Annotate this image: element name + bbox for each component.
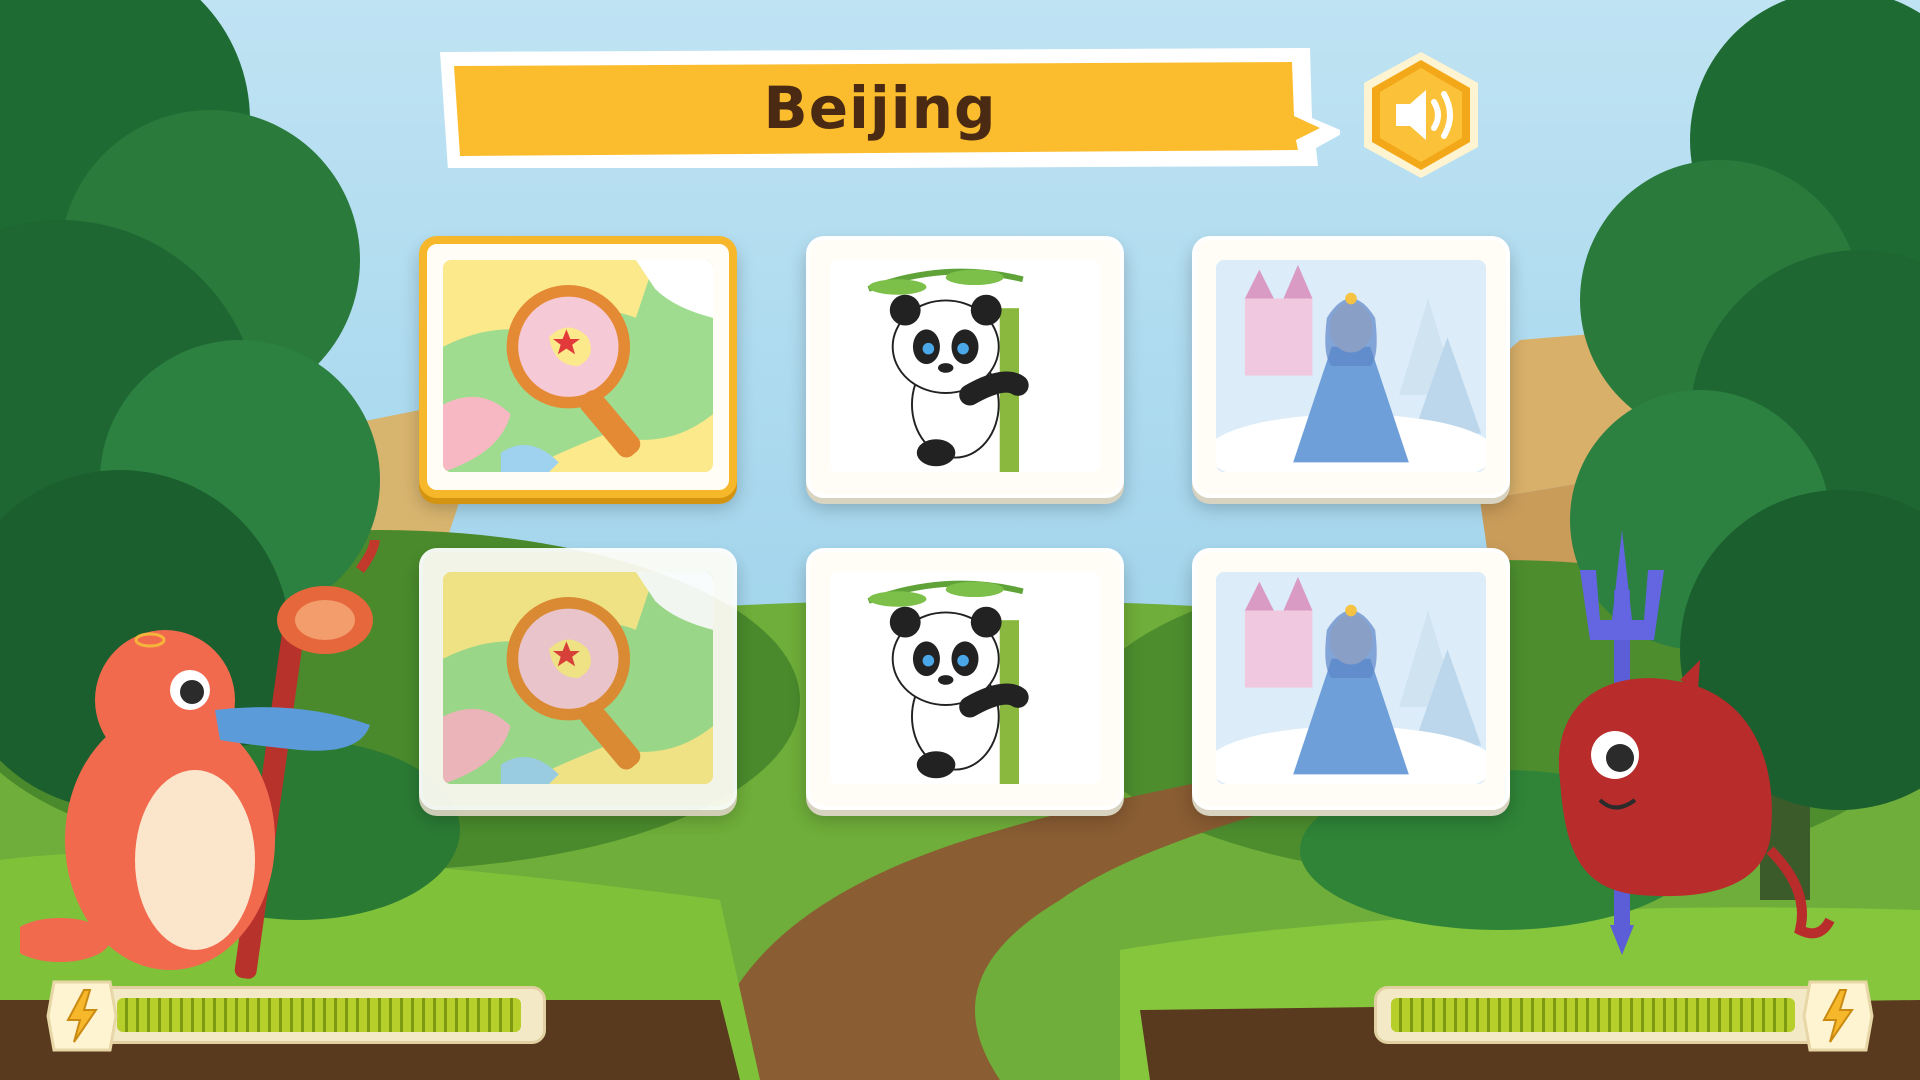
card-panda-top[interactable] [806,236,1124,498]
page-title: Beijing [763,74,997,142]
card-china-map-bottom[interactable] [419,548,737,810]
china-map-magnifier-image [443,260,713,472]
opponent-energy-fill [1391,998,1795,1032]
panda-on-bamboo-image [830,260,1100,472]
speaker-volume-icon [1364,52,1478,178]
opponent-energy-bar [1374,978,1876,1054]
opponent-blob-character [1558,530,1835,955]
player-energy-track [94,986,546,1044]
china-map-magnifier-image [443,572,713,784]
card-princess-top[interactable] [1192,236,1510,498]
card-princess-bottom[interactable] [1192,548,1510,810]
title-banner: Beijing [440,48,1340,168]
sound-button[interactable] [1360,50,1482,180]
card-panda-bottom[interactable] [806,548,1124,810]
player-energy-bar [44,978,546,1054]
snow-princess-castle-image [1216,260,1486,472]
lightning-bolt-icon [1802,980,1874,1052]
snow-princess-castle-image [1216,572,1486,784]
player-energy-fill [117,998,521,1032]
player-platypus-character [20,540,380,979]
lightning-bolt-icon [46,980,118,1052]
panda-on-bamboo-image [830,572,1100,784]
card-china-map-top[interactable] [419,236,737,498]
opponent-energy-track [1374,986,1826,1044]
